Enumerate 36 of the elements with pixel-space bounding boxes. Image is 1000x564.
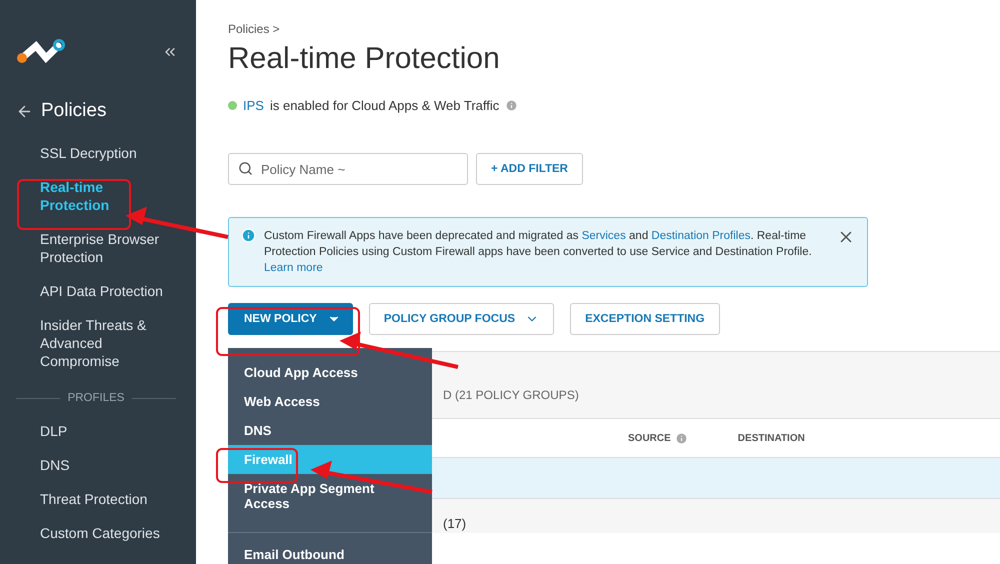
sidebar-item[interactable]: API Data Protection [40,282,174,300]
notice-link[interactable]: Destination Profiles [651,230,750,242]
breadcrumb[interactable]: Policies > [228,22,1000,36]
new-policy-button[interactable]: NEW POLICY [228,303,353,335]
menu-item[interactable]: Cloud App Access [228,358,432,387]
column-header[interactable]: SOURCE [628,432,688,444]
sidebar-item[interactable]: Real-time Protection [40,178,174,214]
learn-more-link[interactable]: Learn more [264,262,323,274]
ips-link[interactable]: IPS [243,98,264,113]
sidebar-item[interactable]: DLP [40,422,174,440]
sidebar-item[interactable]: SSL Decryption [40,144,174,162]
policy-group-row[interactable]: (17) [443,516,466,531]
menu-item[interactable]: Private App Segment Access [228,474,432,518]
sidebar-title: Policies [41,100,106,122]
sidebar-item[interactable]: Insider Threats & Advanced Compromise [40,316,174,370]
menu-item[interactable]: Web Access [228,387,432,416]
policy-summary: D (21 POLICY GROUPS) [443,388,579,402]
logo-icon [16,38,66,66]
column-header[interactable]: DESTINATION [738,432,805,444]
sidebar-item[interactable]: DNS [40,456,174,474]
menu-item[interactable]: DNS [228,416,432,445]
menu-item[interactable]: Email Outbound [228,532,432,564]
search-field[interactable]: Policy Name ~ [228,153,468,185]
sidebar-item[interactable]: Enterprise Browser Protection [40,230,174,266]
notice-link[interactable]: Services [582,230,626,242]
policy-group-focus-button[interactable]: POLICY GROUP FOCUS [368,303,554,335]
sidebar-item[interactable]: Custom Categories [40,524,174,542]
info-icon [241,228,256,243]
section-heading: PROFILES [68,392,124,404]
search-icon [238,161,253,176]
sidebar-item[interactable]: Threat Protection [40,490,174,508]
notice-text: Custom Firewall Apps have been deprecated and migrated as Services and Destination Profiles. Real-time Protection Policies using Custom Firewall apps have been converted to use Service and Destination Profile. Learn more [264,229,813,276]
status-text: is enabled for Cloud Apps & Web Traffic [270,98,500,113]
page-title: Real-time Protection [228,42,501,76]
add-filter-button[interactable]: + ADD FILTER [476,153,583,185]
exception-setting-button[interactable]: EXCEPTION SETTING [570,303,720,335]
